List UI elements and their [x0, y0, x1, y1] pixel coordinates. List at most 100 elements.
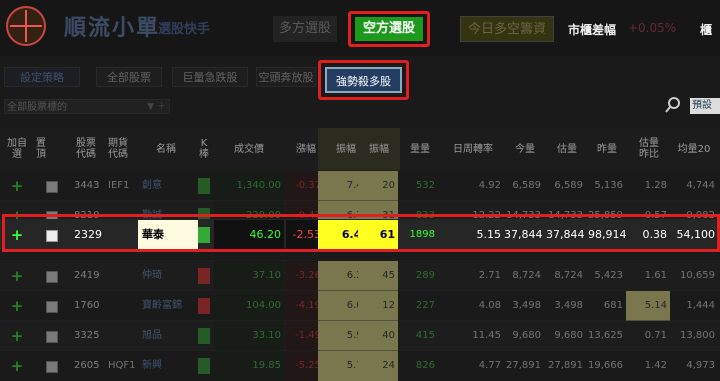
cell-vol: 415: [415, 330, 435, 341]
column-header[interactable]: 期貨 代碼: [104, 128, 132, 170]
pin-checkbox[interactable]: [46, 271, 58, 283]
cell-name: 新興: [142, 360, 162, 371]
cell-vol: 532: [415, 180, 435, 191]
cell-ratio: 5.14: [626, 291, 670, 321]
cell-today: 8,724: [512, 270, 541, 281]
cell-vol: 289: [415, 270, 435, 281]
tab-short-picks[interactable]: 空方選股: [355, 17, 423, 41]
filter-row: 全部股票標的 ▼ ＋ 預設: [0, 96, 720, 116]
cell-amp2: 24: [358, 351, 398, 381]
k-bar-candle: [198, 178, 210, 194]
cell-amp2: 20: [358, 171, 398, 201]
big-drop-button[interactable]: 巨量急跌股: [172, 67, 248, 87]
column-header[interactable]: 估量 昨比: [626, 128, 672, 170]
setting-strategy-button[interactable]: 設定策略: [4, 67, 80, 87]
cell-name: 寶齡富錦: [142, 300, 182, 311]
cell-est: 8,724: [554, 270, 583, 281]
market-extra-label: 櫃: [700, 23, 713, 37]
k-bar-candle: [198, 268, 210, 284]
search-icon[interactable]: [664, 96, 682, 114]
app-title: 順流小單: [64, 16, 161, 41]
add-watchlist-icon[interactable]: +: [9, 220, 25, 250]
cell-amp2: 45: [358, 261, 398, 291]
cell-name: 旭品: [142, 330, 162, 341]
cell-vol: 1898: [409, 229, 435, 240]
cell-vol: 227: [415, 300, 435, 311]
cell-avg20: 1,444: [686, 300, 715, 311]
column-header[interactable]: 今量: [506, 128, 544, 170]
cell-avg20: 13,800: [680, 330, 715, 341]
target-logo-icon: [6, 6, 46, 46]
strong-short-highlight-frame: 強勢殺多股: [318, 60, 409, 100]
pin-checkbox[interactable]: [46, 331, 58, 343]
k-bar-candle: [198, 328, 210, 344]
pin-checkbox[interactable]: [46, 361, 58, 373]
cell-price: 104.00: [214, 291, 284, 321]
table-header: 加自 選置 頂股票 代碼 期貨 代碼 名稱 K 棒成交價 漲幅 振幅 振幅 量量 日周轉率 今量估…: [0, 128, 720, 170]
cell-yest: 5,136: [594, 180, 623, 191]
pin-checkbox[interactable]: [46, 181, 58, 193]
table-row[interactable]: +2419仲琦37.10-3.266.28452892.718,7248,724…: [0, 260, 720, 291]
cell-fut: [102, 321, 130, 351]
stock-filter-select[interactable]: 全部股票標的 ▼ ＋: [4, 99, 170, 114]
cell-est: 9,680: [554, 330, 583, 341]
cell-turn: 2.71: [478, 270, 501, 281]
trend-drop-button[interactable]: 空頭奔放股: [256, 67, 316, 87]
cell-yest: 13,625: [588, 330, 623, 341]
cell-code: 3443: [74, 180, 100, 191]
cell-today: 9,680: [512, 330, 541, 341]
column-header[interactable]: 股票 代碼: [72, 128, 100, 170]
table-row[interactable]: +2605HQF1新興19.85-5.255.73248264.7727,891…: [0, 350, 720, 381]
cell-turn: 4.08: [478, 300, 501, 311]
add-watchlist-icon[interactable]: +: [9, 261, 25, 291]
table-row[interactable]: +2329 華泰 46.20 -2.53 6.43 61 1898 5.15 37,844 37,…: [0, 219, 720, 250]
strong-short-button[interactable]: 強勢殺多股: [325, 67, 402, 93]
column-header[interactable]: 昨量: [588, 128, 626, 170]
cell-avg20: 4,973: [686, 360, 715, 371]
cell-avg20: 10,659: [680, 270, 715, 281]
cell-ratio: 0.38: [642, 228, 668, 241]
column-header[interactable]: 均量20: [672, 128, 716, 170]
column-header[interactable]: K 棒: [196, 128, 212, 170]
cell-est: 6,589: [554, 180, 583, 191]
cell-today: 37,844: [504, 228, 543, 241]
column-header[interactable]: 加自 選: [6, 128, 28, 170]
add-watchlist-icon[interactable]: +: [9, 291, 25, 321]
tab-long-picks[interactable]: 多方選股: [273, 16, 337, 42]
cell-code: 2329: [74, 228, 102, 241]
cell-avg20: 4,744: [686, 180, 715, 191]
cell-amp2: 40: [358, 321, 398, 351]
today-long-short-button[interactable]: 今日多空籌資: [460, 16, 554, 42]
column-header[interactable]: 置 頂: [30, 128, 52, 170]
cell-price: 37.10: [214, 261, 284, 291]
cell-ratio: 1.28: [644, 180, 667, 191]
cell-est: 27,891: [548, 360, 583, 371]
add-watchlist-icon[interactable]: +: [9, 171, 25, 201]
column-header[interactable]: 估量: [546, 128, 588, 170]
column-header[interactable]: 日周轉率: [440, 128, 506, 170]
market-diff-value: +0.05%: [628, 21, 677, 35]
pin-checkbox[interactable]: [46, 301, 58, 313]
table-row[interactable]: +3325旭品33.10-1.495.954041511.459,6809,68…: [0, 320, 720, 351]
cell-vol: 826: [415, 360, 435, 371]
k-bar-candle: [198, 227, 210, 243]
cell-ratio: 1.42: [644, 360, 667, 371]
app-header: 順流小單 選股快手 多方選股 空方選股 今日多空籌資 市櫃差幅 +0.05% 櫃: [0, 0, 720, 56]
k-bar-candle: [198, 298, 210, 314]
all-stocks-button[interactable]: 全部股票: [96, 67, 162, 87]
cell-avg20: 54,100: [676, 228, 716, 241]
add-watchlist-icon[interactable]: +: [9, 321, 25, 351]
preset-select[interactable]: 預設: [690, 98, 720, 114]
cell-amp2: 12: [358, 291, 398, 321]
add-watchlist-icon[interactable]: +: [9, 351, 25, 381]
pin-checkbox[interactable]: [46, 230, 58, 242]
column-header[interactable]: 名稱: [138, 128, 194, 170]
column-header[interactable]: 成交價: [214, 128, 284, 170]
column-header[interactable]: 量量: [402, 128, 438, 170]
cell-fut: [102, 291, 130, 321]
app-subtitle: 選股快手: [158, 22, 211, 37]
table-row[interactable]: +3443IEF1創意1,340.00-0.377.43205324.926,5…: [0, 170, 720, 201]
table-row[interactable]: +1760寶齡富錦104.00-4.196.00122274.083,4983,…: [0, 290, 720, 321]
cell-ratio: 1.61: [644, 270, 667, 281]
column-header[interactable]: 振幅: [358, 128, 400, 170]
